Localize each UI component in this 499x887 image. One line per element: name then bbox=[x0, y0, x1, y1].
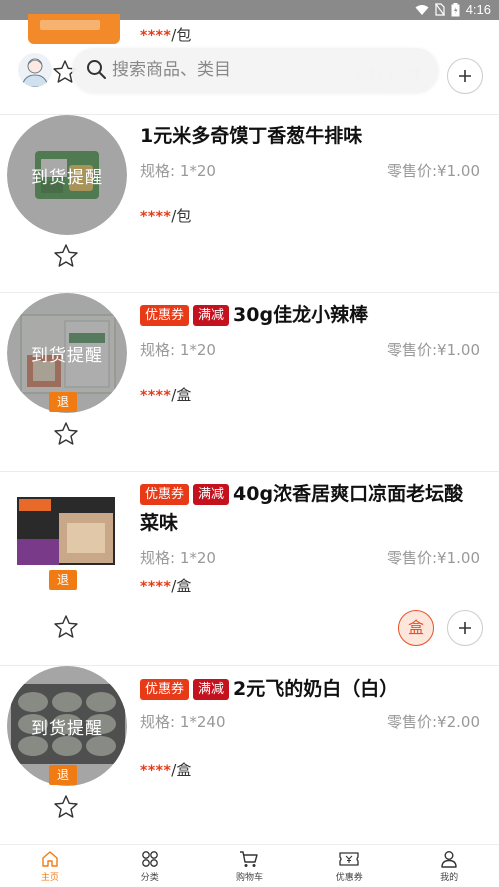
product-title[interactable]: 优惠券 满减 30g佳龙小辣棒 bbox=[140, 301, 480, 330]
price-row: ****/包 bbox=[140, 24, 191, 45]
arrival-reminder[interactable]: 到货提醒 bbox=[7, 115, 127, 235]
product-spec: 规格: 1*20 bbox=[140, 341, 216, 359]
coupon-icon bbox=[339, 852, 359, 866]
tab-label: 我的 bbox=[440, 873, 459, 883]
price-row: ****/盒 bbox=[140, 759, 191, 780]
home-icon bbox=[42, 851, 58, 867]
coupon-badge: 优惠券 bbox=[140, 484, 190, 505]
tab-home[interactable]: 主页 bbox=[0, 845, 100, 887]
cart-icon bbox=[240, 851, 259, 867]
product-title[interactable]: 优惠券 满减 2元飞的奶白（白） bbox=[140, 675, 480, 704]
tab-label: 购物车 bbox=[235, 873, 263, 883]
tab-coupon[interactable]: 优惠券 bbox=[299, 845, 399, 887]
retail-price: 零售价:¥1.00 bbox=[387, 549, 480, 567]
product-image[interactable] bbox=[28, 14, 120, 44]
coupon-badge: 优惠券 bbox=[140, 305, 190, 326]
product-spec: 规格: 1*20 bbox=[140, 549, 216, 567]
avatar[interactable] bbox=[18, 53, 52, 87]
battery-icon bbox=[451, 2, 460, 16]
tab-category[interactable]: 分类 bbox=[100, 845, 200, 887]
wifi-icon bbox=[415, 4, 429, 15]
user-icon bbox=[441, 851, 457, 868]
product-spec: 规格: 1*20 bbox=[140, 162, 216, 180]
favorite-star-icon[interactable] bbox=[53, 243, 79, 269]
favorite-star-icon[interactable] bbox=[53, 794, 79, 820]
price-row: ****/包 bbox=[140, 205, 191, 226]
favorite-star-icon[interactable] bbox=[53, 421, 79, 447]
product-card[interactable]: 退 优惠券 满减 40g浓香居爽口凉面老坛酸菜味 规格: 1*20 零售价:¥1.0… bbox=[0, 472, 499, 666]
price-row: ****/盒 bbox=[140, 575, 191, 596]
status-icons: 4:16 bbox=[415, 2, 491, 17]
product-spec: 规格: 1*240 bbox=[140, 713, 226, 731]
category-icon bbox=[141, 851, 158, 867]
plus-icon bbox=[459, 622, 471, 634]
bottom-tab-bar: 主页 分类 购物车 优惠券 我的 bbox=[0, 844, 499, 887]
tab-mine[interactable]: 我的 bbox=[399, 845, 499, 887]
product-title-text: 30g佳龙小辣棒 bbox=[233, 304, 369, 326]
search-row: 包 件 bbox=[0, 45, 499, 97]
price-row: ****/盒 bbox=[140, 384, 191, 405]
retail-price: 零售价:¥1.00 bbox=[387, 341, 480, 359]
unit-label: /包 bbox=[171, 207, 192, 225]
search-icon bbox=[87, 60, 106, 79]
price-masked: **** bbox=[140, 763, 172, 779]
unit-select-button[interactable]: 盒 bbox=[398, 610, 434, 646]
search-input[interactable] bbox=[112, 56, 412, 84]
retail-price: 零售价:¥2.00 bbox=[387, 713, 480, 731]
coupon-badge: 优惠券 bbox=[140, 679, 190, 700]
no-sim-icon bbox=[434, 3, 445, 16]
unit-label: /盒 bbox=[171, 577, 192, 595]
product-image[interactable]: 到货提醒 bbox=[7, 115, 127, 235]
product-card[interactable]: 到货提醒 退 优惠券 满减 2元飞的奶白（白） 规格: 1*240 零售价:¥2.0… bbox=[0, 666, 499, 844]
tab-label: 分类 bbox=[140, 873, 159, 883]
discount-badge: 满减 bbox=[193, 305, 230, 326]
retail-price: 零售价:¥1.00 bbox=[387, 162, 480, 180]
price-masked: **** bbox=[140, 209, 172, 225]
user-avatar-icon bbox=[21, 58, 49, 87]
unit-label: /包 bbox=[171, 26, 192, 44]
price-masked: **** bbox=[140, 388, 172, 404]
tab-label: 优惠券 bbox=[335, 873, 363, 883]
add-to-cart-button[interactable] bbox=[447, 58, 483, 94]
product-title[interactable]: 优惠券 满减 40g浓香居爽口凉面老坛酸菜味 bbox=[140, 480, 480, 538]
tab-cart[interactable]: 购物车 bbox=[200, 845, 300, 887]
return-badge: 退 bbox=[49, 765, 77, 785]
return-badge: 退 bbox=[49, 392, 77, 412]
price-masked: **** bbox=[140, 28, 172, 44]
product-card[interactable]: 到货提醒 退 优惠券 满减 30g佳龙小辣棒 规格: 1*20 零售价:¥1.00 … bbox=[0, 293, 499, 472]
favorite-star-icon[interactable] bbox=[53, 614, 79, 640]
discount-badge: 满减 bbox=[193, 679, 230, 700]
product-card[interactable]: 到货提醒 1元米多奇馍丁香葱牛排味 规格: 1*20 零售价:¥1.00 ***… bbox=[0, 115, 499, 293]
product-title-text: 1元米多奇馍丁香葱牛排味 bbox=[140, 125, 363, 147]
product-title-text: 2元飞的奶白（白） bbox=[233, 678, 399, 700]
add-to-cart-button[interactable] bbox=[447, 610, 483, 646]
unit-label: /盒 bbox=[171, 761, 192, 779]
product-title[interactable]: 1元米多奇馍丁香葱牛排味 bbox=[140, 122, 480, 151]
price-masked: **** bbox=[140, 579, 172, 595]
tab-label: 主页 bbox=[40, 873, 59, 883]
discount-badge: 满减 bbox=[193, 484, 230, 505]
return-badge: 退 bbox=[49, 570, 77, 590]
unit-label: /盒 bbox=[171, 386, 192, 404]
status-time: 4:16 bbox=[465, 2, 491, 17]
product-photo bbox=[7, 479, 127, 569]
search-bar[interactable] bbox=[72, 48, 438, 92]
plus-icon bbox=[459, 70, 471, 82]
